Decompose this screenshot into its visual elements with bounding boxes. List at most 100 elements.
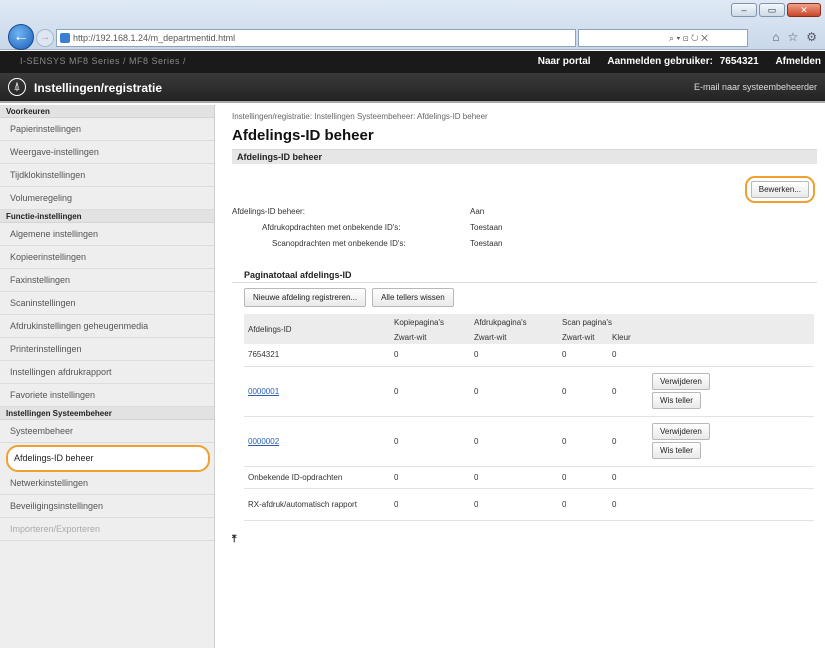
header-title: Instellingen/registratie [34,81,163,95]
department-id-cell: 0000002 [244,416,390,467]
sidebar-item-favorite-settings[interactable]: Favoriete instellingen [0,384,214,407]
table-row: RX-afdruk/automatisch rapport 0 0 0 0 [244,488,814,521]
actions-cell [648,488,814,521]
scan-color-count: 0 [608,488,648,521]
logout-link[interactable]: Afmelden [775,56,821,67]
setting-value: Aan [470,207,485,216]
reset-counter-button[interactable]: Wis teller [652,392,701,409]
column-header-copy: Kopiepagina's [390,314,470,330]
print-count: 0 [470,466,558,489]
address-tools[interactable]: ⌕ ▾ ⊡ ↻ ✕ [578,29,748,47]
sidebar-item-display-settings[interactable]: Weergave-instellingen [0,141,214,164]
browser-toolbar-icons: ⌂ ☆ ⚙ [772,30,817,44]
top-links: Naar portal Aanmelden gebruiker: 7654321… [524,56,821,67]
actions-cell [648,466,814,489]
department-id-link[interactable]: 0000002 [248,437,279,446]
table-row: 7654321 0 0 0 0 [244,344,814,367]
portal-link[interactable]: Naar portal [538,56,591,67]
delete-button[interactable]: Verwijderen [652,373,710,390]
sidebar-item-scan-settings[interactable]: Scaninstellingen [0,292,214,315]
clear-all-counters-button[interactable]: Alle tellers wissen [372,288,454,307]
column-header-id: Afdelings-ID [244,314,390,344]
copy-count: 0 [390,466,470,489]
sidebar-item-fax-settings[interactable]: Faxinstellingen [0,269,214,292]
address-bar[interactable]: http://192.168.1.24/m_departmentid.html [56,29,576,47]
setting-row: Afdelings-ID beheer: Aan [232,204,582,220]
section-header: Afdelings-ID beheer [232,149,817,164]
sidebar-item-import-export[interactable]: Importeren/Exporteren [0,518,214,541]
delete-button[interactable]: Verwijderen [652,423,710,440]
department-id-cell: 0000001 [244,366,390,417]
department-id-cell: 7654321 [244,344,390,367]
sidebar-item-system-management[interactable]: Systeembeheer [0,420,214,443]
setting-row: Scanopdrachten met onbekende ID's: Toest… [232,236,582,252]
page-icon [60,33,70,43]
page-header: ⍋ Instellingen/registratie E-mail naar s… [0,73,825,103]
sidebar-item-memory-media[interactable]: Afdrukinstellingen geheugenmedia [0,315,214,338]
page-totals-heading: Paginatotaal afdelings-ID [244,270,352,280]
edit-button-highlight: Bewerken... [744,176,815,203]
sidebar-item-general-settings[interactable]: Algemene instellingen [0,223,214,246]
settings-list: Afdelings-ID beheer: Aan Afdrukopdrachte… [232,204,582,252]
print-count: 0 [470,416,558,467]
column-header-actions [648,314,814,344]
register-department-button[interactable]: Nieuwe afdeling registreren... [244,288,367,307]
close-window-button[interactable]: ✕ [787,3,821,17]
sidebar-item-network-settings[interactable]: Netwerkinstellingen [0,472,214,495]
copy-count: 0 [390,416,470,467]
scan-bw-count: 0 [558,344,608,367]
department-id-cell: RX-afdruk/automatisch rapport [244,488,390,521]
sidebar-item-report-settings[interactable]: Instellingen afdrukrapport [0,361,214,384]
print-count: 0 [470,488,558,521]
minimize-button[interactable]: – [731,3,757,17]
maximize-button[interactable]: ▭ [759,3,785,17]
back-to-top-icon[interactable]: ⤒ [232,534,236,545]
divider [232,282,817,283]
settings-register-icon: ⍋ [8,78,26,96]
back-arrow-icon[interactable]: ← [8,24,34,50]
sidebar-item-printer-settings[interactable]: Printerinstellingen [0,338,214,361]
copy-count: 0 [390,488,470,521]
sidebar-item-timer-settings[interactable]: Tijdklokinstellingen [0,164,214,187]
scan-color-count: 0 [608,366,648,417]
subheader-color: Kleur [608,330,648,344]
setting-label: Scanopdrachten met onbekende ID's: [272,239,406,248]
sidebar-item-paper-settings[interactable]: Papierinstellingen [0,118,214,141]
gear-icon[interactable]: ⚙ [806,30,817,44]
device-name: I-SENSYS MF8 Series / MF8 Series / [20,56,187,66]
column-header-print: Afdrukpagina's [470,314,558,330]
sidebar-item-volume[interactable]: Volumeregeling [0,187,214,210]
setting-value: Toestaan [470,223,503,232]
sidebar-section-header: Instellingen Systeembeheer [0,407,214,420]
subheader-bw: Zwart-wit [558,330,608,344]
subheader-bw: Zwart-wit [470,330,558,344]
main-content: Instellingen/registratie: Instellingen S… [232,112,817,545]
browser-chrome: – ▭ ✕ ← → http://192.168.1.24/m_departme… [0,0,825,50]
mail-admin-link[interactable]: E-mail naar systeembeheerder [694,82,817,92]
copy-count: 0 [390,344,470,367]
column-header-scan: Scan pagina's [558,314,648,330]
edit-button[interactable]: Bewerken... [750,181,809,198]
sidebar-item-department-id[interactable]: Afdelings-ID beheer [6,445,210,472]
department-id-link[interactable]: 0000001 [248,387,279,396]
sidebar-item-security-settings[interactable]: Beveiligingsinstellingen [0,495,214,518]
print-count: 0 [470,344,558,367]
favorites-star-icon[interactable]: ☆ [787,30,798,44]
forward-arrow-icon[interactable]: → [36,29,54,47]
setting-label: Afdrukopdrachten met onbekende ID's: [262,223,401,232]
copy-count: 0 [390,366,470,417]
top-bar: I-SENSYS MF8 Series / MF8 Series / Naar … [0,51,825,73]
home-icon[interactable]: ⌂ [772,30,779,44]
url-text: http://192.168.1.24/m_departmentid.html [73,33,236,43]
scan-bw-count: 0 [558,366,608,417]
login-user-label: Aanmelden gebruiker: 7654321 [607,56,759,67]
page-title: Afdelings-ID beheer [232,127,374,144]
sidebar-item-copy-settings[interactable]: Kopieerinstellingen [0,246,214,269]
table-row: 0000001 0 0 0 0 Verwijderen Wis teller [244,366,814,417]
scan-bw-count: 0 [558,466,608,489]
reset-counter-button[interactable]: Wis teller [652,442,701,459]
scan-color-count: 0 [608,344,648,367]
scan-color-count: 0 [608,466,648,489]
sidebar-section-header: Voorkeuren [0,105,214,118]
scan-bw-count: 0 [558,416,608,467]
